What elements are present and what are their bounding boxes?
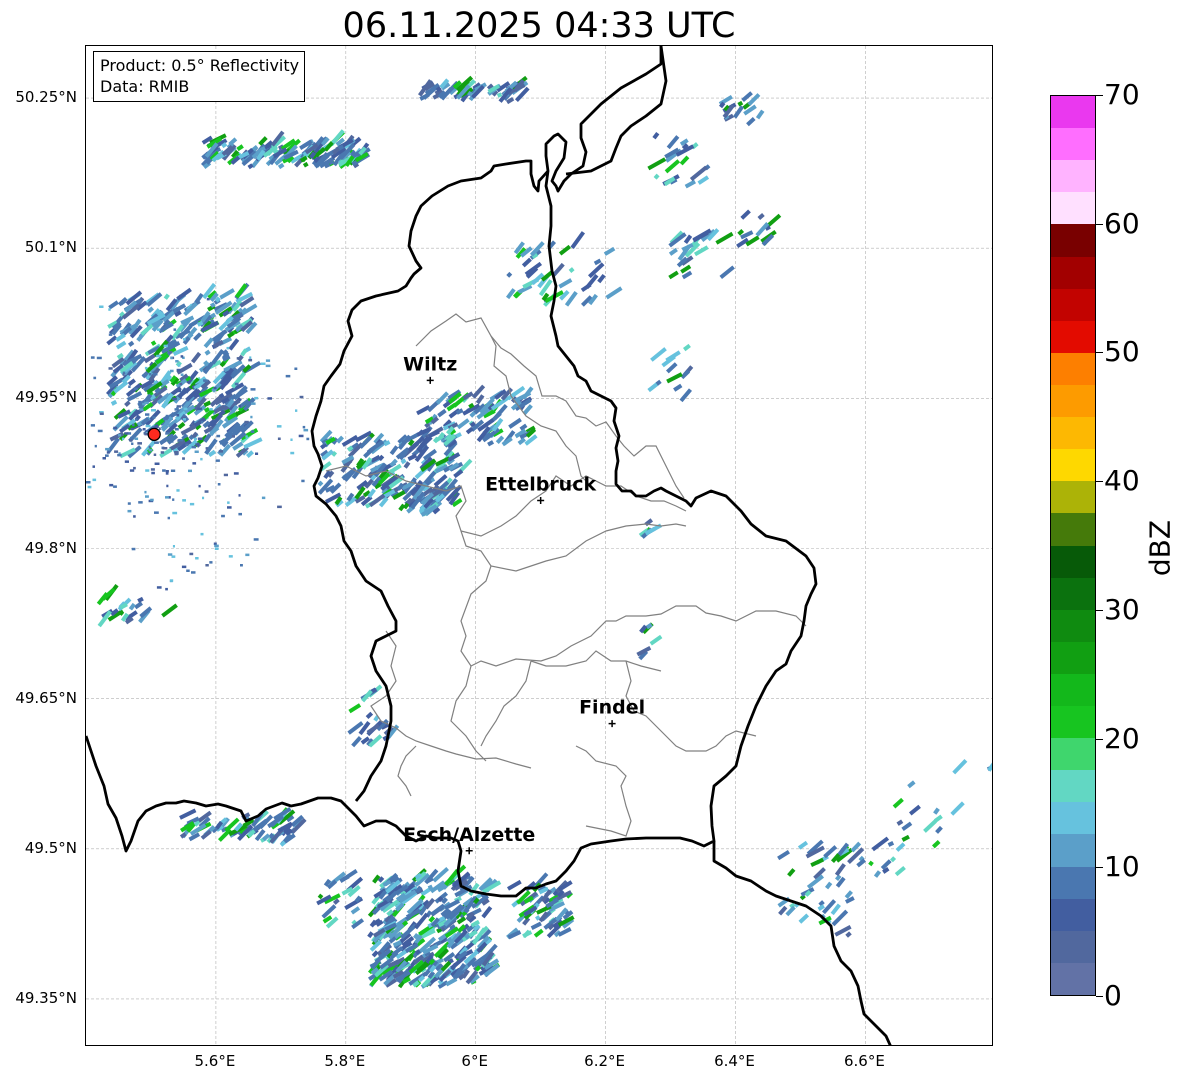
city-marker: Esch/Alzette	[403, 824, 535, 855]
colorbar-step	[1051, 801, 1095, 835]
colorbar-step	[1051, 96, 1095, 129]
colorbar-step	[1051, 705, 1095, 739]
colorbar-step	[1051, 416, 1095, 450]
latitude-tick-label: 50.25°N	[15, 88, 77, 107]
colorbar-tick-mark	[1096, 95, 1103, 96]
map-canvas: Wiltz Ettelbruck Findel Esch/Alzette	[86, 46, 992, 1045]
colorbar-step	[1051, 255, 1095, 289]
canton-boundaries	[325, 313, 807, 837]
city-plus-icon	[608, 720, 616, 728]
colorbar-tick-label: 60	[1104, 206, 1140, 240]
city-label: Findel	[579, 697, 645, 719]
radar-map[interactable]: Wiltz Ettelbruck Findel Esch/Alzette	[85, 45, 993, 1046]
colorbar-tick-mark	[1096, 224, 1103, 225]
city-marker: Findel	[579, 697, 645, 728]
colorbar-step	[1051, 384, 1095, 418]
longitude-tick-label: 6.4°E	[714, 1052, 755, 1070]
colorbar-tick-label: 70	[1104, 78, 1140, 111]
map-title: 06.11.2025 04:33 UTC	[342, 6, 736, 46]
colorbar-step	[1051, 641, 1095, 674]
colorbar-step	[1051, 480, 1095, 514]
country-borders	[86, 46, 892, 1045]
colorbar-tick-mark	[1096, 739, 1103, 740]
dbz-colorbar	[1050, 95, 1096, 996]
colorbar-step	[1051, 962, 1095, 995]
latitude-tick-label: 50.1°N	[24, 238, 77, 257]
longitude-tick-label: 5.8°E	[324, 1052, 366, 1070]
colorbar-step	[1051, 352, 1095, 385]
latitude-tick-label: 49.8°N	[24, 538, 77, 557]
latitude-tick-label: 49.5°N	[24, 838, 77, 857]
colorbar-step	[1051, 737, 1095, 771]
product-info-box: Product: 0.5° Reflectivity Data: RMIB	[93, 51, 306, 102]
radar-site-marker	[147, 427, 161, 442]
longitude-tick-label: 6.2°E	[584, 1052, 626, 1070]
colorbar-tick-label: 50	[1104, 335, 1140, 369]
data-source-label: Data: RMIB	[100, 77, 190, 96]
latitude-tick-label: 49.65°N	[15, 688, 77, 707]
colorbar-step	[1051, 833, 1095, 867]
colorbar-tick-label: 20	[1104, 721, 1140, 755]
colorbar-tick-mark	[1096, 352, 1103, 353]
colorbar-tick-label: 30	[1104, 592, 1140, 626]
latitude-tick-label: 49.95°N	[15, 388, 77, 407]
city-label: Esch/Alzette	[403, 824, 535, 846]
city-marker: Ettelbruck	[485, 473, 596, 504]
colorbar-step	[1051, 288, 1095, 321]
colorbar-step	[1051, 448, 1095, 482]
radar-site-layer	[147, 427, 161, 442]
colorbar-step	[1051, 320, 1095, 353]
product-label: Product: 0.5° Reflectivity	[100, 56, 300, 75]
colorbar-step	[1051, 159, 1095, 193]
colorbar-step	[1051, 769, 1095, 803]
longitude-tick-label: 5.6°E	[194, 1052, 236, 1070]
colorbar-step	[1051, 223, 1095, 257]
longitude-tick-label: 6°E	[461, 1052, 488, 1070]
city-label: Wiltz	[403, 353, 457, 375]
colorbar-step	[1051, 865, 1095, 899]
city-plus-icon	[426, 376, 434, 384]
colorbar-tick-label: 10	[1104, 850, 1140, 884]
colorbar-step	[1051, 577, 1095, 610]
colorbar-step	[1051, 127, 1095, 161]
city-plus-icon	[465, 847, 473, 855]
colorbar-label: dBZ	[1143, 519, 1177, 577]
latitude-tick-label: 49.35°N	[15, 988, 77, 1007]
colorbar-step	[1051, 609, 1095, 642]
colorbar-step	[1051, 544, 1095, 578]
colorbar-tick-label: 0	[1104, 979, 1122, 1012]
borders	[86, 46, 892, 1045]
colorbar-tick-mark	[1096, 996, 1103, 997]
colorbar-step	[1051, 898, 1095, 931]
colorbar-tick-mark	[1096, 867, 1103, 868]
city-label: Ettelbruck	[485, 473, 596, 495]
colorbar-step	[1051, 191, 1095, 225]
colorbar-step	[1051, 930, 1095, 963]
colorbar-tick-mark	[1096, 610, 1103, 611]
colorbar-step	[1051, 673, 1095, 707]
colorbar-tick-label: 40	[1104, 464, 1140, 498]
colorbar-step	[1051, 512, 1095, 546]
colorbar-tick-mark	[1096, 481, 1103, 482]
city-plus-icon	[537, 496, 545, 504]
city-marker: Wiltz	[403, 353, 457, 384]
radar-echoes	[86, 75, 992, 989]
longitude-tick-label: 6.6°E	[843, 1052, 885, 1070]
graticule	[86, 46, 992, 1045]
